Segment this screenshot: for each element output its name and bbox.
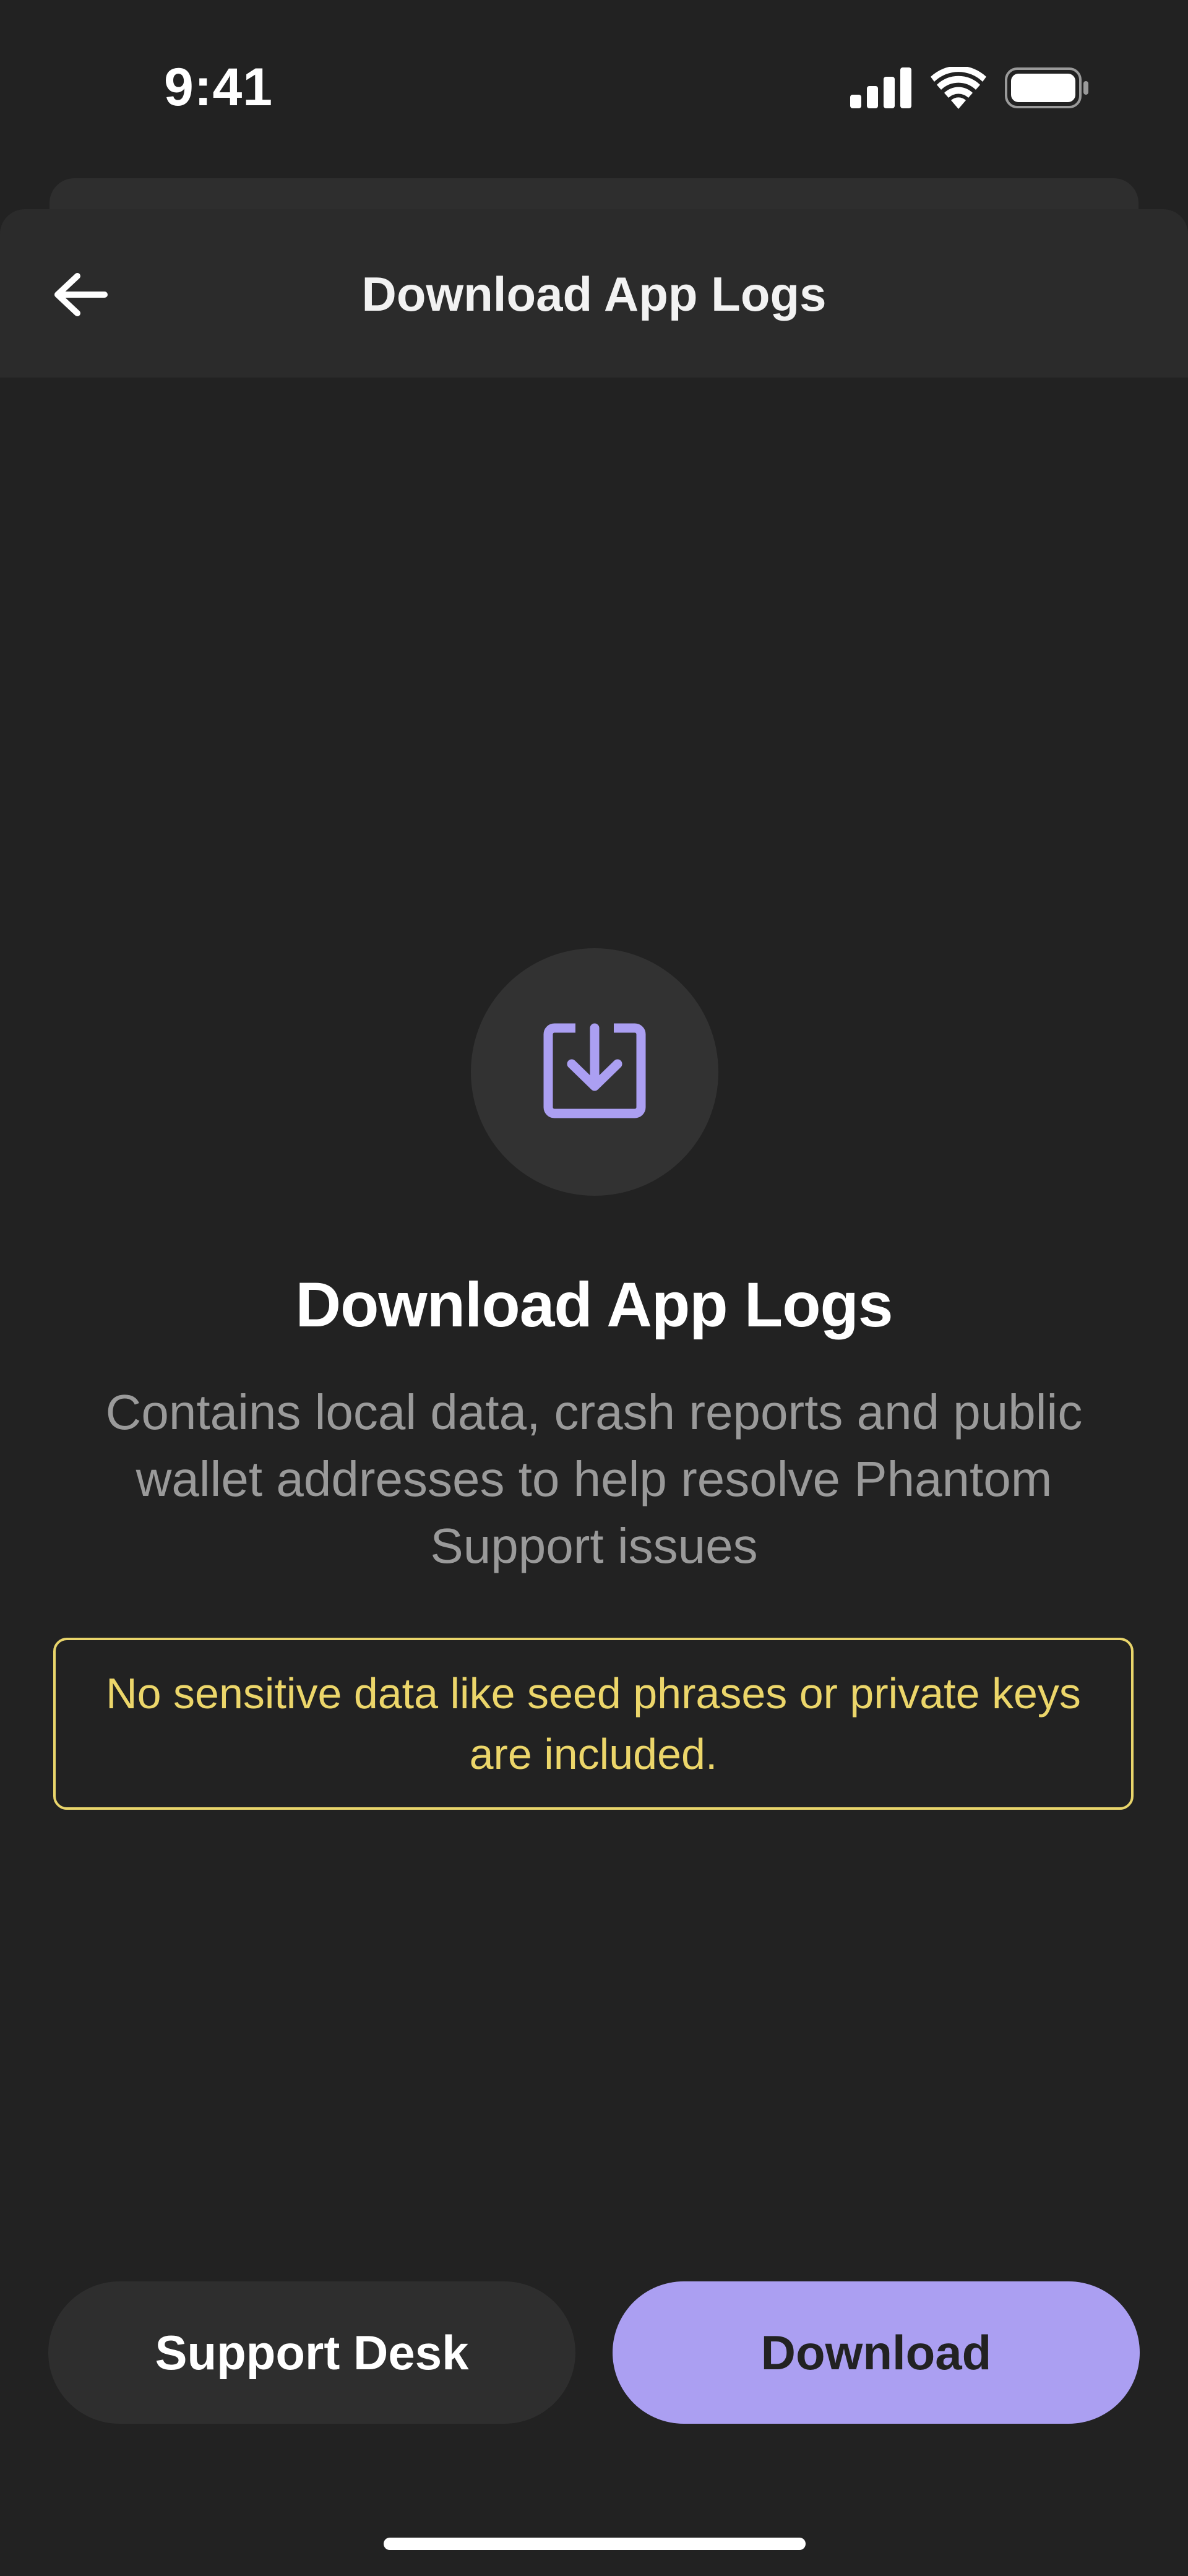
home-indicator[interactable]	[384, 2538, 806, 2550]
download-tray-icon	[543, 1023, 646, 1122]
download-button[interactable]: Download	[613, 2281, 1140, 2424]
wifi-icon	[931, 66, 986, 112]
navigation-header: Download App Logs	[0, 209, 1188, 378]
support-desk-button[interactable]: Support Desk	[48, 2281, 575, 2424]
page-title: Download App Logs	[295, 1269, 893, 1340]
header-title: Download App Logs	[361, 267, 827, 321]
description-text: Contains local data, crash reports and p…	[105, 1385, 1083, 1573]
privacy-notice-text: No sensitive data like seed phrases or p…	[106, 1669, 1081, 1778]
download-icon-badge	[471, 948, 718, 1196]
battery-icon	[1005, 67, 1089, 111]
privacy-notice: No sensitive data like seed phrases or p…	[53, 1638, 1134, 1810]
status-icons	[850, 66, 1089, 112]
cellular-signal-icon	[850, 67, 912, 111]
status-bar: 9:41	[0, 0, 1188, 173]
status-time: 9:41	[164, 58, 273, 117]
